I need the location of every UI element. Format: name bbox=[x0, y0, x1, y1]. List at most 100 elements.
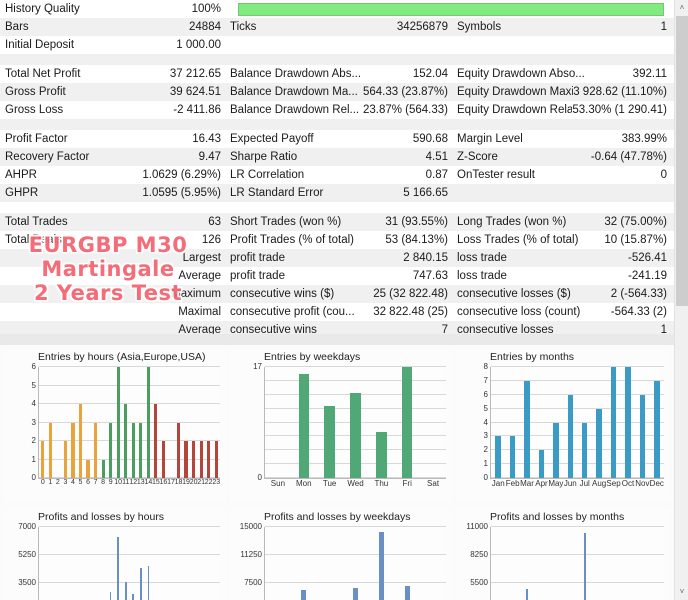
chart-x-tick-label: Jul bbox=[579, 479, 590, 488]
chart-bar bbox=[639, 394, 646, 478]
stat-value: -526.41 bbox=[627, 252, 667, 264]
chart-x-tick-label: Sat bbox=[427, 479, 440, 488]
chart-gridline bbox=[491, 463, 664, 465]
chart-y-tick-label: 4 bbox=[31, 399, 36, 409]
chart-bar bbox=[184, 441, 188, 478]
stat-row-spacer bbox=[0, 119, 674, 130]
stat-value: 5 166.65 bbox=[403, 187, 448, 199]
stat-label: Z-Score bbox=[457, 151, 498, 163]
chart-y-tick-label: 0 bbox=[257, 473, 262, 482]
stat-label: Margin Level bbox=[457, 133, 523, 145]
chart-bar bbox=[48, 422, 52, 478]
chart-bar bbox=[404, 586, 410, 600]
stat-row: Initial Deposit 1 000.00 bbox=[0, 36, 674, 54]
chart-y-tick-label: 4 bbox=[483, 417, 488, 427]
stat-label: Sharpe Ratio bbox=[230, 151, 298, 163]
chart-bar bbox=[93, 422, 98, 478]
stat-label: Balance Drawdown Rel... bbox=[230, 104, 360, 116]
chart-bar bbox=[298, 373, 309, 478]
stat-value bbox=[667, 36, 674, 54]
stat-cell-c1: Largest bbox=[0, 249, 228, 267]
chart-gridline bbox=[491, 553, 664, 555]
stat-row: Maximum consecutive wins ($) 25 (32 822.48… bbox=[0, 285, 674, 303]
stat-value: 2 840.15 bbox=[403, 252, 448, 264]
stat-label bbox=[455, 184, 667, 202]
chart-y-tick-label: 3 bbox=[31, 417, 36, 427]
scroll-down-arrow-icon[interactable]: ˅ bbox=[675, 584, 688, 600]
chart-gridline bbox=[265, 379, 446, 381]
stat-label: Equity Drawdown Abso... bbox=[457, 68, 585, 80]
chart-x-tick-label: Mon bbox=[296, 479, 312, 488]
chart-x-tick-label: 7 bbox=[93, 479, 98, 486]
chart-bar bbox=[116, 367, 120, 478]
chart-bar bbox=[525, 588, 529, 600]
chart-x-tick-label: Sun bbox=[270, 479, 286, 488]
chart-bar bbox=[71, 422, 75, 478]
chart-bar bbox=[207, 441, 211, 478]
chart-bar bbox=[139, 568, 142, 600]
chart-gridline bbox=[39, 526, 220, 527]
stat-cell-c1: Recovery Factor 9.47 bbox=[0, 148, 228, 166]
stat-label bbox=[228, 36, 448, 54]
chart-bar bbox=[376, 432, 387, 478]
stat-row-spacer bbox=[0, 54, 674, 65]
chart-y-tick-label: 5250 bbox=[18, 549, 36, 559]
stat-label: Total Deals bbox=[5, 234, 62, 246]
chart-x-tick-label: Jun bbox=[563, 479, 577, 488]
chart-bar bbox=[78, 404, 83, 478]
chart-bar bbox=[199, 441, 203, 478]
stat-label: consecutive losses ($) bbox=[457, 288, 571, 300]
stat-label bbox=[5, 249, 183, 267]
chart-bar bbox=[524, 380, 530, 478]
chart-y-tick-label: 8250 bbox=[470, 549, 488, 559]
stat-label: Bars bbox=[5, 21, 29, 33]
stat-cell-c3: OnTester result 0 bbox=[455, 166, 674, 184]
chart-plot-area: 0 1 2 3 4 5 6 7 8 Jan Feb Mar Apr May Jun Jul Aug Sep Oct N… bbox=[484, 363, 664, 488]
chart-profits-losses-by-months: Profits and losses by months 11000 8250 550… bbox=[456, 509, 670, 600]
stat-value: 1 bbox=[660, 21, 667, 33]
chart-y-tick-label: 1 bbox=[483, 459, 488, 469]
history-quality-bar bbox=[238, 2, 664, 16]
stat-label bbox=[5, 285, 171, 303]
stat-label: Expected Payoff bbox=[230, 133, 314, 145]
stat-cell-c1: Total Net Profit 37 212.65 bbox=[0, 65, 228, 83]
stat-cell-c2: Sharpe Ratio 4.51 bbox=[228, 148, 455, 166]
chart-x-tick-label: 2 bbox=[55, 479, 60, 486]
chart-bar bbox=[124, 581, 127, 600]
chart-bar bbox=[161, 441, 165, 478]
chart-gridline bbox=[39, 366, 220, 367]
stat-row: Recovery Factor 9.47 Sharpe Ratio 4.51 Z-Sco… bbox=[0, 148, 674, 166]
chart-gridline bbox=[39, 581, 220, 583]
chart-x-tick-label: Sep bbox=[606, 479, 621, 488]
vertical-scrollbar[interactable]: ˄ ˅ bbox=[674, 0, 688, 600]
stat-value: 63 bbox=[208, 216, 221, 228]
stat-cell-c1: Profit Factor 16.43 bbox=[0, 130, 228, 148]
stat-cell-c2: consecutive wins ($) 25 (32 822.48) bbox=[228, 285, 455, 303]
stat-label: profit trade bbox=[230, 252, 285, 264]
stat-cell-c2: profit trade 747.63 bbox=[228, 267, 455, 285]
stat-cell-c2: Balance Drawdown Rel... 23.87% (564.33) bbox=[228, 101, 455, 119]
stat-label bbox=[5, 303, 178, 321]
chart-gridline bbox=[265, 553, 446, 555]
chart-y-tick-label: 1 bbox=[31, 454, 36, 464]
stat-value: 53 (84.13%) bbox=[385, 234, 448, 246]
stat-cell-c2: Short Trades (won %) 31 (93.55%) bbox=[228, 213, 455, 231]
chart-plot-area: 0 17 Sun Mon Tue Wed Thu Fri Sat bbox=[253, 363, 446, 488]
stat-label: Initial Deposit bbox=[5, 39, 75, 51]
stat-row: Total Net Profit 37 212.65 Balance Drawdow… bbox=[0, 65, 674, 83]
chart-x-tick-label: 23 bbox=[212, 479, 221, 486]
stat-cell-c1: Total Trades 63 bbox=[0, 213, 228, 231]
stat-value: Largest bbox=[182, 252, 221, 264]
chart-bar bbox=[192, 441, 196, 478]
scroll-up-arrow-icon[interactable]: ˄ bbox=[675, 0, 688, 16]
stat-cell-c3: Long Trades (won %) 32 (75.00%) bbox=[455, 213, 674, 231]
stat-value: 383.99% bbox=[621, 133, 667, 145]
chart-x-tick-label: Apr bbox=[535, 479, 548, 488]
chart-bar bbox=[509, 436, 516, 478]
stat-cell-c2: LR Correlation 0.87 bbox=[228, 166, 455, 184]
scrollbar-thumb[interactable] bbox=[676, 16, 688, 306]
chart-bar bbox=[654, 380, 660, 478]
stat-value: 37 212.65 bbox=[169, 68, 221, 80]
chart-y-tick-label: 3500 bbox=[18, 577, 36, 587]
chart-bar bbox=[132, 594, 135, 600]
